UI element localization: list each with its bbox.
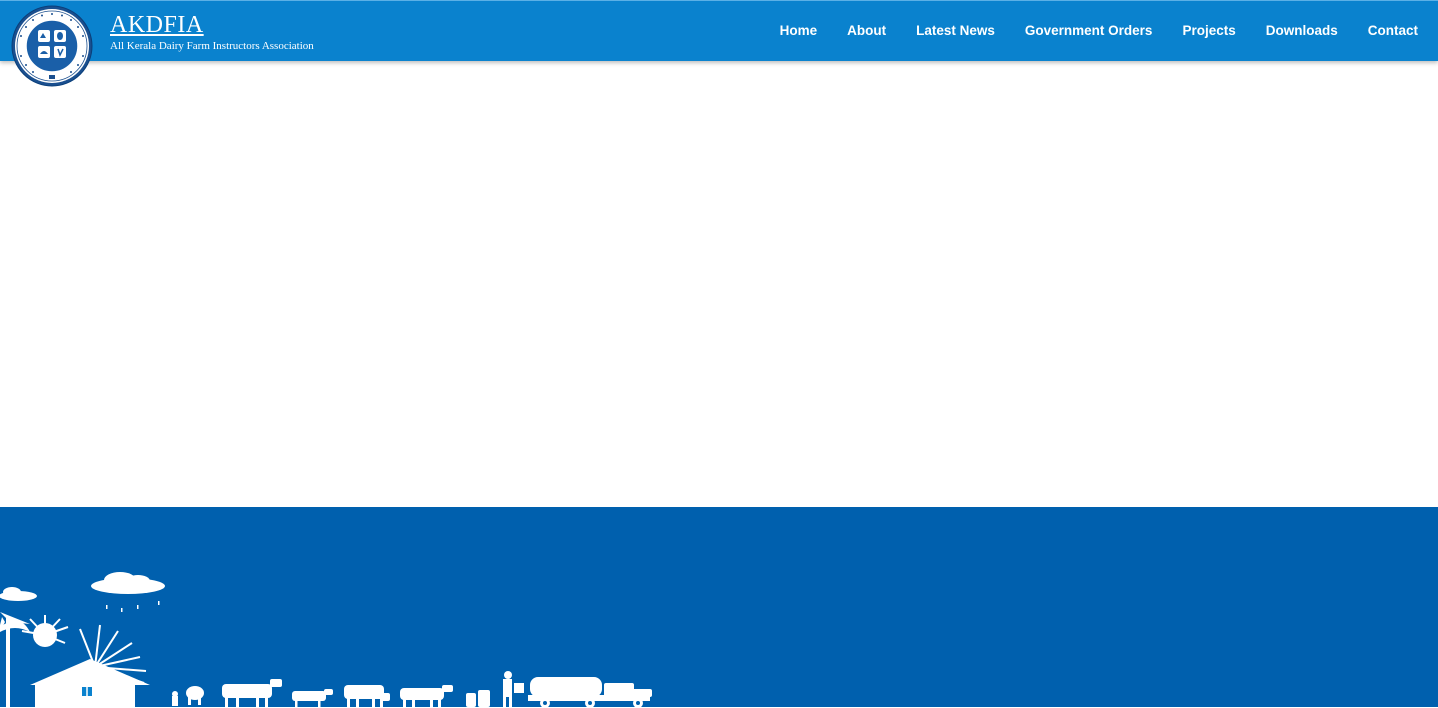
site-header: AKDFIA All Kerala Dairy Farm Instructors… [0, 0, 1438, 61]
nav-about[interactable]: About [847, 23, 886, 38]
brand: AKDFIA All Kerala Dairy Farm Instructors… [110, 11, 314, 52]
dairy-farm-silhouette [0, 572, 652, 707]
association-seal-icon[interactable] [11, 5, 93, 87]
main-nav: Home About Latest News Government Orders… [750, 1, 1418, 59]
nav-contact[interactable]: Contact [1368, 23, 1418, 38]
nav-projects[interactable]: Projects [1182, 23, 1235, 38]
site-title-link[interactable]: AKDFIA [110, 11, 314, 39]
nav-downloads[interactable]: Downloads [1266, 23, 1338, 38]
nav-latest-news[interactable]: Latest News [916, 23, 995, 38]
nav-government-orders[interactable]: Government Orders [1025, 23, 1153, 38]
site-subtitle: All Kerala Dairy Farm Instructors Associ… [110, 40, 314, 52]
site-footer [0, 507, 1438, 707]
nav-home[interactable]: Home [780, 23, 818, 38]
